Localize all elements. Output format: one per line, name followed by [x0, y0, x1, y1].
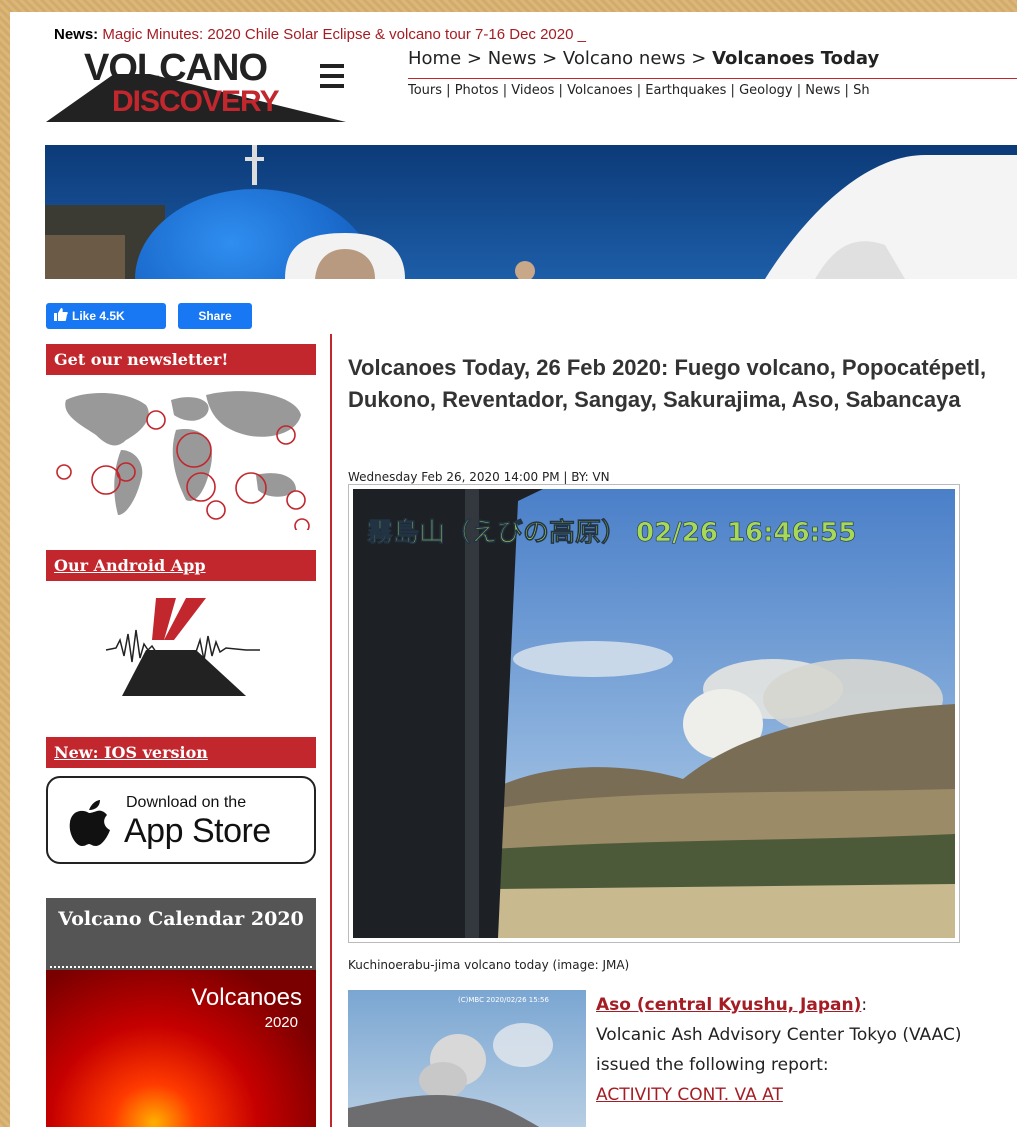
- nav-photos[interactable]: Photos: [455, 83, 499, 98]
- logo-text-discovery: DISCOVERY: [112, 85, 280, 118]
- nav-earthquakes[interactable]: Earthquakes: [645, 83, 726, 98]
- hamburger-menu-icon[interactable]: [320, 64, 344, 94]
- article-byline: Wednesday Feb 26, 2020 14:00 PM | BY: VN: [348, 470, 610, 484]
- app-store-badge[interactable]: Download on the App Store: [46, 776, 316, 864]
- like-count: Like 4.5K: [72, 309, 125, 323]
- calendar-title: Volcano Calendar 2020: [58, 908, 304, 930]
- nav-volcanoes[interactable]: Volcanoes: [567, 83, 633, 98]
- news-link[interactable]: Magic Minutes: 2020 Chile Solar Eclipse …: [102, 26, 586, 43]
- breadcrumb-news[interactable]: News: [488, 48, 537, 69]
- calendar-cover-year: 2020: [264, 1014, 298, 1031]
- aso-thumbnail-image[interactable]: (C)MBC 2020/02/26 15:56: [348, 990, 586, 1127]
- header-banner-image: [45, 145, 1017, 279]
- aso-report-paragraph: Aso (central Kyushu, Japan): Volcanic As…: [596, 990, 996, 1110]
- nav-geology[interactable]: Geology: [739, 83, 793, 98]
- newsletter-heading[interactable]: Get our newsletter!: [46, 344, 316, 375]
- aso-report-text: Volcanic Ash Advisory Center Tokyo (VAAC…: [596, 1025, 962, 1075]
- app-store-line2: App Store: [124, 812, 271, 850]
- news-ticker: News: Magic Minutes: 2020 Chile Solar Ec…: [54, 26, 586, 43]
- column-divider: [330, 334, 332, 1127]
- nav-news[interactable]: News: [805, 83, 840, 98]
- apple-icon: [69, 800, 110, 846]
- calendar-cover-title: Volcanoes: [191, 984, 302, 1011]
- aso-activity-link[interactable]: ACTIVITY CONT. VA AT: [596, 1085, 783, 1105]
- top-navigation: Tours | Photos | Videos | Volcanoes | Ea…: [408, 78, 1017, 98]
- calendar-divider: [50, 966, 312, 968]
- breadcrumb-volcano-news[interactable]: Volcano news: [563, 48, 686, 69]
- ios-version-heading[interactable]: New: IOS version: [46, 737, 316, 768]
- nav-shop[interactable]: Sh: [853, 83, 870, 98]
- breadcrumb-current: Volcanoes Today: [712, 48, 880, 69]
- article-main-image[interactable]: 霧島山（えびの高原） 02/26 16:46:55: [348, 484, 960, 943]
- android-app-heading[interactable]: Our Android App: [46, 550, 316, 581]
- page: News: Magic Minutes: 2020 Chile Solar Ec…: [10, 12, 1017, 1127]
- aso-colon: :: [861, 995, 868, 1015]
- nav-videos[interactable]: Videos: [511, 83, 554, 98]
- world-map-image[interactable]: [46, 380, 316, 534]
- breadcrumb: Home > News > Volcano news > Volcanoes T…: [408, 48, 879, 69]
- breadcrumb-home[interactable]: Home: [408, 48, 461, 69]
- volcano-calendar-promo[interactable]: Volcano Calendar 2020 Volcanoes 2020: [46, 898, 316, 1127]
- article-title: Volcanoes Today, 26 Feb 2020: Fuego volc…: [348, 355, 987, 412]
- news-label: News:: [54, 26, 99, 43]
- facebook-like-button[interactable]: Like 4.5K: [46, 303, 166, 329]
- webcam-timestamp: 霧島山（えびの高原） 02/26 16:46:55: [367, 517, 856, 548]
- aso-volcano-link[interactable]: Aso (central Kyushu, Japan): [596, 995, 861, 1015]
- breadcrumb-separator: >: [691, 48, 707, 69]
- thumbnail-timestamp: (C)MBC 2020/02/26 15:56: [458, 996, 549, 1004]
- app-store-line1: Download on the: [126, 794, 247, 811]
- breadcrumb-separator: >: [466, 48, 482, 69]
- thumbs-up-icon: [54, 304, 68, 330]
- android-app-logo[interactable]: [46, 590, 316, 700]
- facebook-share-button[interactable]: Share: [178, 303, 252, 329]
- breadcrumb-separator: >: [542, 48, 558, 69]
- logo-text-volcano: VOLCANO: [84, 47, 268, 89]
- nav-tours[interactable]: Tours: [408, 83, 442, 98]
- image-caption: Kuchinoerabu-jima volcano today (image: …: [348, 958, 630, 972]
